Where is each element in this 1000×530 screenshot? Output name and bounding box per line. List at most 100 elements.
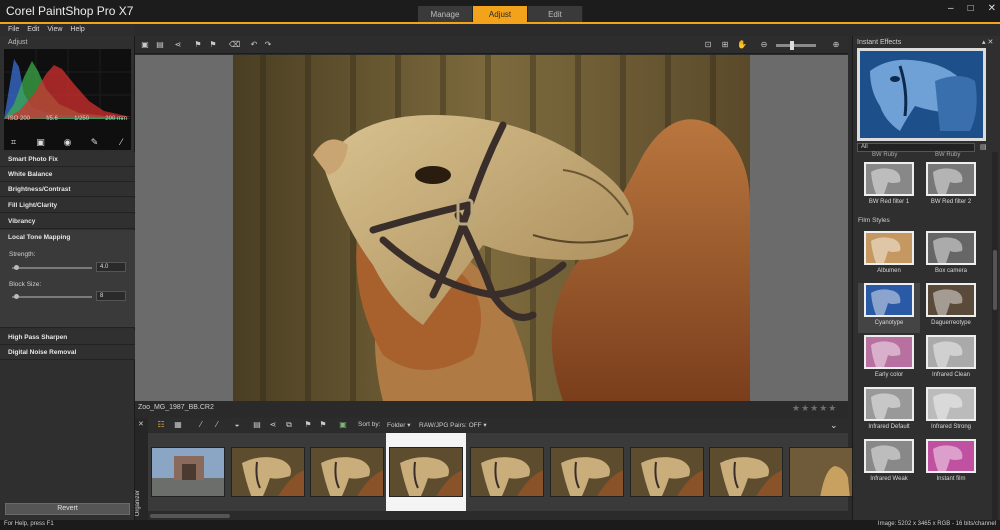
view-icon[interactable]: ▦ [173, 420, 183, 430]
thumbnail[interactable] [550, 447, 624, 497]
capture-icon[interactable]: ▣ [338, 420, 348, 430]
makeover-icon[interactable]: ✎ [89, 137, 101, 147]
effect-label: Infrared Default [868, 424, 910, 430]
undo-icon[interactable]: ↶ [249, 40, 259, 50]
thumbnail[interactable] [709, 447, 783, 497]
share-icon[interactable]: ⋖ [173, 40, 183, 50]
straighten-icon[interactable]: ▣ [35, 137, 47, 147]
minimize-button[interactable]: – [948, 3, 954, 14]
effect-early-color[interactable]: Early color [858, 335, 920, 385]
horizontal-scrollbar[interactable] [148, 512, 848, 520]
block-size-slider[interactable] [12, 294, 92, 299]
effect-infrared-default[interactable]: Infrared Default [858, 387, 920, 437]
redo-icon[interactable]: ↷ [263, 40, 273, 50]
aperture-value: f/5.6 [46, 116, 58, 122]
thumbnail[interactable] [151, 447, 225, 497]
section-local-tone-mapping[interactable]: Local Tone Mapping [0, 230, 135, 245]
fit-window-icon[interactable]: ⊞ [720, 40, 730, 50]
zoom-out-icon[interactable]: ⊖ [759, 40, 769, 50]
effect-bw-red-filter-1[interactable]: BW Red filter 1 [858, 162, 920, 212]
raw-jpg-pairs-dropdown[interactable]: RAW/JPG Pairs: OFF ▾ [419, 421, 487, 429]
menu-help[interactable]: Help [70, 24, 84, 36]
effect-box-camera[interactable]: Box camera [920, 231, 982, 281]
effect-daguerreotype[interactable]: Daguerreotype [920, 283, 982, 333]
panel-controls[interactable]: ▴ ✕ [982, 38, 993, 46]
effect-filter-select[interactable]: All [857, 143, 975, 152]
section-digital-noise-removal[interactable]: Digital Noise Removal [0, 345, 135, 360]
sort-value: Folder [387, 422, 406, 429]
pan-hand-icon[interactable]: ✋ [737, 40, 747, 50]
effect-albumen[interactable]: Albumen [858, 231, 920, 281]
strength-input[interactable]: 4.0 [96, 262, 126, 272]
section-smart-photo-fix[interactable]: Smart Photo Fix [0, 152, 135, 167]
effect-infrared-weak[interactable]: Infrared Weak [858, 439, 920, 489]
menu-edit[interactable]: Edit [27, 24, 39, 36]
zoom-slider-knob[interactable] [790, 41, 794, 50]
rating-stars[interactable]: ★★★★★ [792, 403, 837, 414]
section-fill-light-clarity[interactable]: Fill Light/Clarity [0, 198, 135, 213]
effect-bw-red-filter-2[interactable]: BW Red filter 2 [920, 162, 982, 212]
rotate-left-icon[interactable]: ⚑ [303, 420, 313, 430]
horizontal-scroll-thumb[interactable] [150, 514, 230, 518]
maximize-button[interactable]: □ [968, 3, 974, 14]
block-size-input[interactable]: 8 [96, 291, 126, 301]
effect-thumbnail [926, 387, 976, 421]
delete-icon[interactable]: ⌫ [229, 40, 240, 50]
share-icon[interactable]: ⋖ [268, 420, 278, 430]
tags-icon[interactable]: ☷ [156, 420, 166, 430]
effect-label: Box camera [934, 268, 967, 274]
collapse-icon[interactable]: ⌄ [830, 420, 838, 431]
effect-label: Infrared Clean [931, 372, 971, 378]
effect-instant-film[interactable]: Instant film [920, 439, 982, 489]
thumbnail[interactable] [630, 447, 704, 497]
revert-button[interactable]: Revert [5, 503, 130, 515]
effect-cyanotype[interactable]: Cyanotype [858, 283, 920, 333]
crop-icon[interactable]: ⌗ [8, 137, 20, 147]
status-help-text: For Help, press F1 [4, 521, 54, 527]
zoom-slider[interactable] [776, 41, 816, 50]
tab-manage[interactable]: Manage [418, 6, 473, 23]
effects-scrollbar[interactable] [992, 152, 998, 520]
effect-infrared-clean[interactable]: Infrared Clean [920, 335, 982, 385]
organizer-label: Organizer [135, 490, 141, 517]
panel-title: Adjust [8, 39, 28, 46]
rotate-right-icon[interactable]: ⚑ [318, 420, 328, 430]
file-name: Zoo_MG_1987_BB.CR2 [138, 404, 214, 411]
thumbnail[interactable] [470, 447, 544, 497]
depth-of-field-icon[interactable]: ⁄ [116, 137, 128, 147]
tab-edit[interactable]: Edit [528, 6, 583, 23]
sort-dropdown[interactable]: Folder ▾ [387, 421, 411, 429]
filter-options-icon[interactable]: ▤ [980, 143, 987, 151]
map-icon[interactable]: ◒ [232, 420, 242, 430]
camel-photo[interactable] [233, 55, 750, 401]
menu-view[interactable]: View [47, 24, 62, 36]
thumbnail-selected[interactable] [389, 447, 463, 497]
actual-size-icon[interactable]: ⊡ [703, 40, 713, 50]
zoom-in-icon[interactable]: ⊕ [831, 40, 841, 50]
thumbnail[interactable] [231, 447, 305, 497]
effect-label: Cyanotype [874, 320, 904, 326]
effect-infrared-strong[interactable]: Infrared Strong [920, 387, 982, 437]
save-icon[interactable]: ▣ [140, 40, 150, 50]
rotate-left-icon[interactable]: ⚑ [193, 40, 203, 50]
section-vibrancy[interactable]: Vibrancy [0, 214, 135, 229]
thumbnail[interactable] [310, 447, 384, 497]
instant-effects-title: Instant Effects [857, 39, 902, 46]
organizer-close-icon[interactable]: ✕ [138, 420, 144, 428]
close-button[interactable]: ✕ [988, 3, 996, 14]
effects-scroll-thumb[interactable] [993, 250, 997, 310]
partial-effect-label: BW Ruby [935, 152, 961, 158]
red-eye-icon[interactable]: ◉ [62, 137, 74, 147]
strength-slider[interactable] [12, 265, 92, 270]
rotate-right-icon[interactable]: ⚑ [208, 40, 218, 50]
batch-icon[interactable]: ⧉ [284, 420, 294, 430]
save-as-icon[interactable]: ▤ [155, 40, 165, 50]
menu-file[interactable]: File [8, 24, 19, 36]
brush2-icon[interactable]: ⁄ [212, 420, 222, 430]
brush-icon[interactable]: ⁄ [196, 420, 206, 430]
folder-icon[interactable]: ▤ [252, 420, 262, 430]
section-high-pass-sharpen[interactable]: High Pass Sharpen [0, 330, 135, 345]
section-brightness-contrast[interactable]: Brightness/Contrast [0, 182, 135, 197]
section-white-balance[interactable]: White Balance [0, 167, 135, 182]
tab-adjust[interactable]: Adjust [473, 6, 528, 23]
